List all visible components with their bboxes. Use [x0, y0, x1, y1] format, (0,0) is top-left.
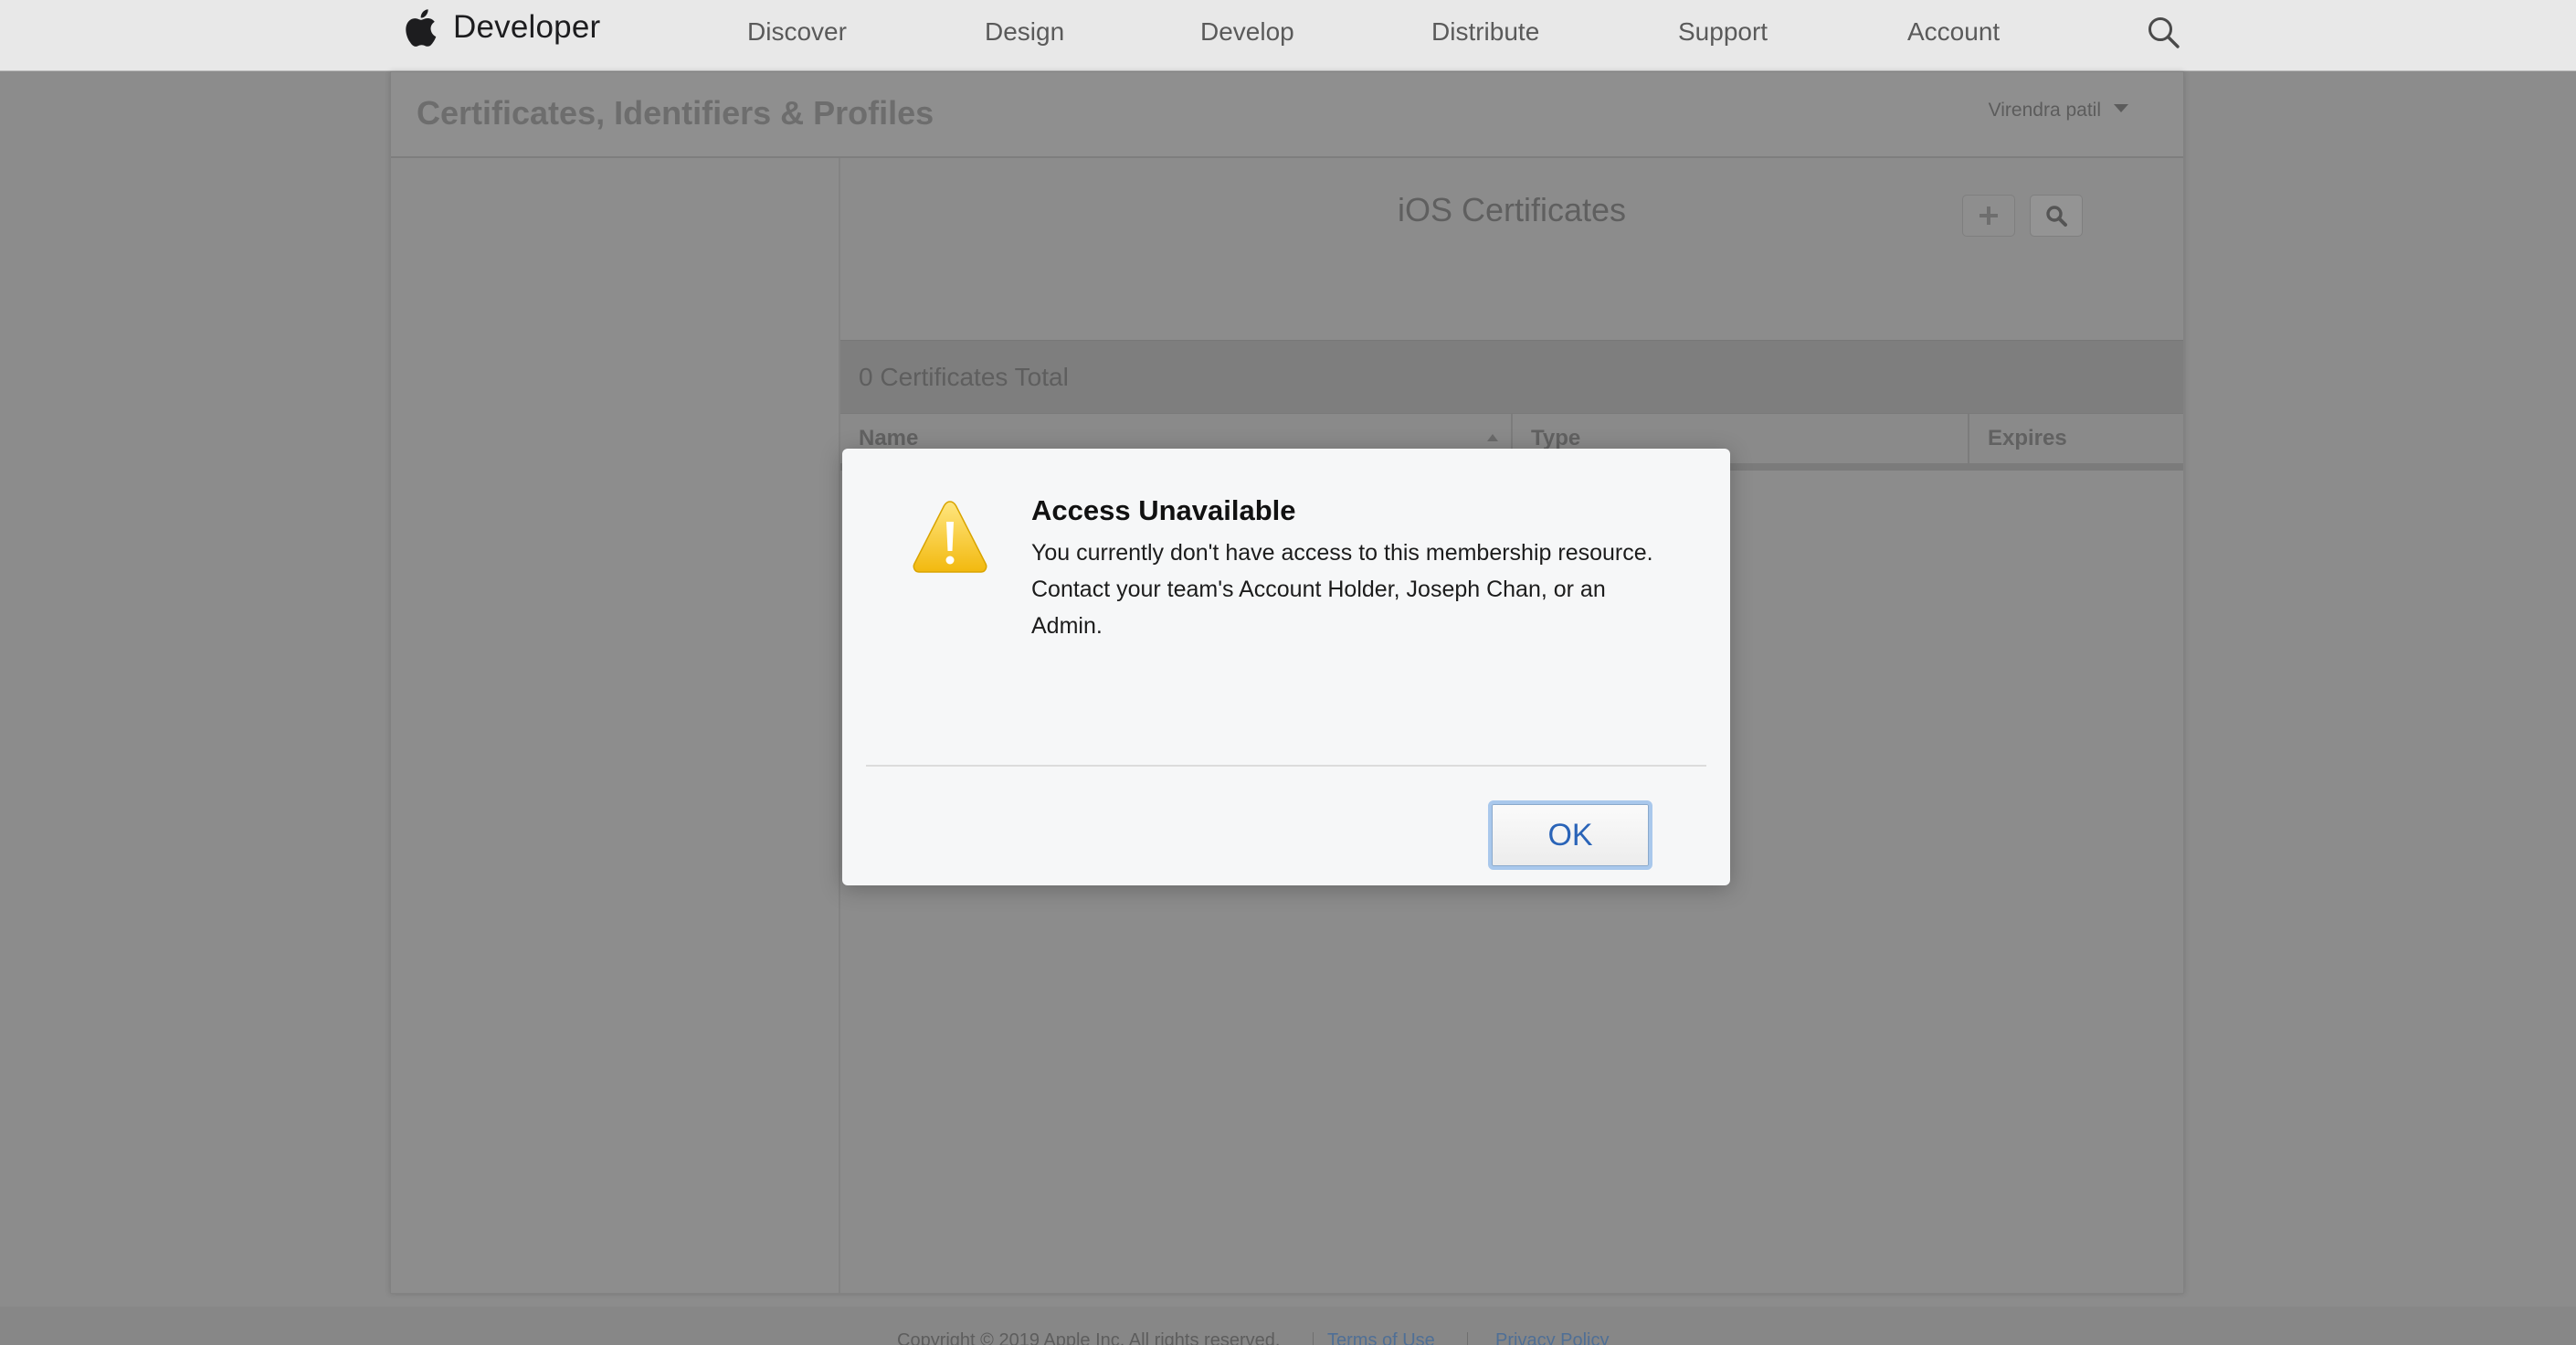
developer-brand[interactable]: Developer: [453, 9, 600, 46]
footer: Copyright © 2019 Apple Inc. All rights r…: [0, 1307, 2576, 1345]
warning-icon: [913, 501, 987, 573]
nav-distribute[interactable]: Distribute: [1431, 17, 1539, 47]
column-header-expires[interactable]: Expires: [1969, 414, 2183, 463]
sort-ascending-icon: [1487, 434, 1498, 441]
dialog-title: Access Unavailable: [1031, 494, 1296, 526]
page-header: Certificates, Identifiers & Profiles Vir…: [391, 72, 2183, 158]
search-icon[interactable]: [2147, 16, 2181, 50]
search-button[interactable]: [2030, 195, 2083, 237]
add-button[interactable]: [1962, 195, 2015, 237]
terms-of-use-link[interactable]: Terms of Use: [1327, 1330, 1435, 1345]
footer-divider: [1313, 1332, 1314, 1345]
certificates-count-bar: 0 Certificates Total: [840, 340, 2183, 414]
column-expires-label: Expires: [1988, 426, 2067, 450]
user-name: Virendra patil: [1988, 100, 2101, 121]
magnifier-icon: [2046, 206, 2067, 227]
column-name-label: Name: [859, 426, 919, 450]
global-nav: Developer Discover Design Develop Distri…: [0, 0, 2576, 71]
plus-icon: [1980, 207, 1998, 225]
sidebar: [391, 158, 840, 1293]
dialog-divider: [866, 765, 1706, 767]
certificates-count: 0 Certificates Total: [859, 363, 1069, 391]
privacy-policy-link[interactable]: Privacy Policy: [1495, 1330, 1609, 1345]
column-type-label: Type: [1531, 426, 1581, 450]
apple-logo-icon[interactable]: [404, 8, 437, 47]
nav-account[interactable]: Account: [1907, 17, 2000, 47]
content-header: iOS Certificates: [840, 158, 2183, 340]
nav-design[interactable]: Design: [985, 17, 1064, 47]
copyright-text: Copyright © 2019 Apple Inc. All rights r…: [897, 1330, 1281, 1345]
user-menu[interactable]: Virendra patil: [1989, 100, 2128, 122]
nav-discover[interactable]: Discover: [747, 17, 847, 47]
dialog-message: You currently don't have access to this …: [1031, 540, 1653, 639]
footer-divider: [1467, 1332, 1468, 1345]
caret-down-icon: [2114, 104, 2128, 112]
nav-develop[interactable]: Develop: [1200, 17, 1294, 47]
page-title: Certificates, Identifiers & Profiles: [417, 94, 934, 132]
nav-support[interactable]: Support: [1678, 17, 1768, 47]
ok-button[interactable]: OK: [1488, 800, 1652, 870]
access-unavailable-dialog: Access Unavailable You currently don't h…: [842, 449, 1730, 885]
